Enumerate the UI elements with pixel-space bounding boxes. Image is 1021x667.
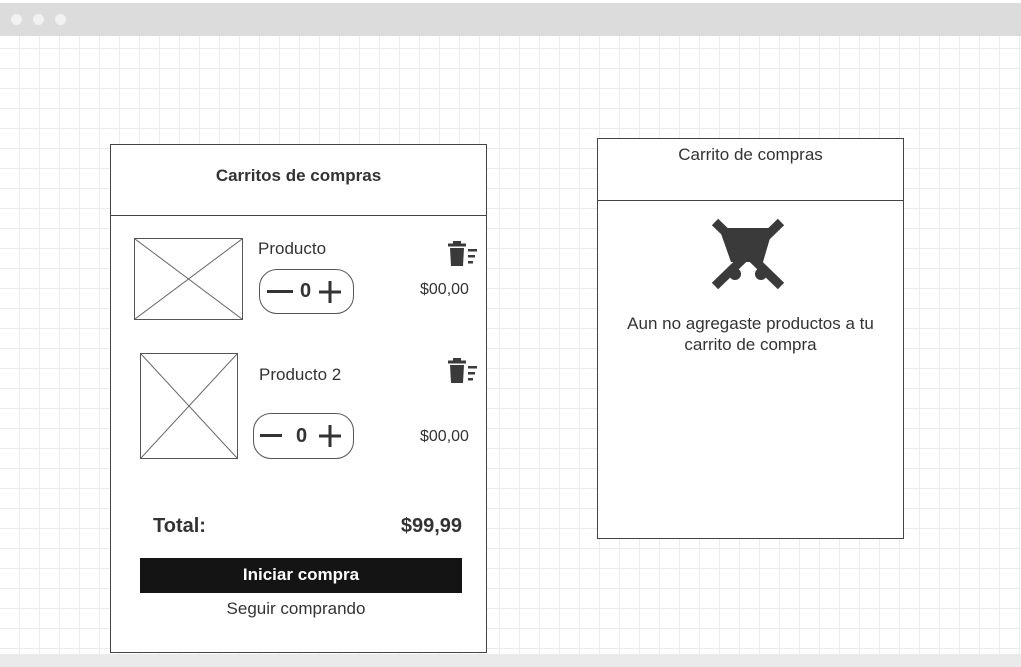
window-maximize-dot[interactable] <box>55 14 66 25</box>
quantity-stepper[interactable]: 0 <box>259 269 354 314</box>
empty-cart-title: Carrito de compras <box>678 145 823 164</box>
plus-icon[interactable] <box>319 281 341 303</box>
bottom-bar <box>0 654 1021 667</box>
minus-icon[interactable] <box>260 434 282 438</box>
trash-icon[interactable] <box>447 358 477 384</box>
product-name: Producto <box>258 239 327 258</box>
quantity-value: 0 <box>296 425 308 447</box>
product-price: $00,00 <box>420 281 469 298</box>
image-placeholder-icon <box>141 354 237 458</box>
window-close-dot[interactable] <box>11 14 22 25</box>
empty-cart-panel: Carrito de compras Aun no agregaste prod… <box>597 138 904 539</box>
cart-panel-header: Carritos de compras <box>111 145 486 216</box>
total-value: $99,99 <box>400 515 462 537</box>
product-price: $00,00 <box>420 428 469 445</box>
total-label: Total: <box>153 515 206 537</box>
cart-panel: Carritos de compras Producto 0 $00,00 Pr… <box>110 144 487 653</box>
image-placeholder-icon <box>135 239 242 319</box>
empty-cart-header: Carrito de compras <box>598 139 903 201</box>
product-name: Producto 2 <box>259 365 342 384</box>
window-titlebar <box>0 3 1021 36</box>
minus-icon[interactable] <box>267 290 293 294</box>
empty-cart-message-line1: Aun no agregaste productos a tu <box>627 314 874 333</box>
quantity-stepper[interactable]: 0 <box>253 413 354 459</box>
checkout-button[interactable]: Iniciar compra <box>140 558 462 593</box>
plus-icon[interactable] <box>319 425 341 447</box>
product-image-placeholder <box>140 353 238 459</box>
window-minimize-dot[interactable] <box>33 14 44 25</box>
empty-cart-icon <box>711 218 785 290</box>
quantity-value: 0 <box>300 280 312 302</box>
trash-icon[interactable] <box>447 241 477 267</box>
empty-cart-message-line2: carrito de compra <box>684 335 817 354</box>
continue-shopping-link[interactable]: Seguir comprando <box>111 599 481 619</box>
cart-panel-title: Carritos de compras <box>215 166 382 185</box>
product-image-placeholder <box>134 238 243 320</box>
